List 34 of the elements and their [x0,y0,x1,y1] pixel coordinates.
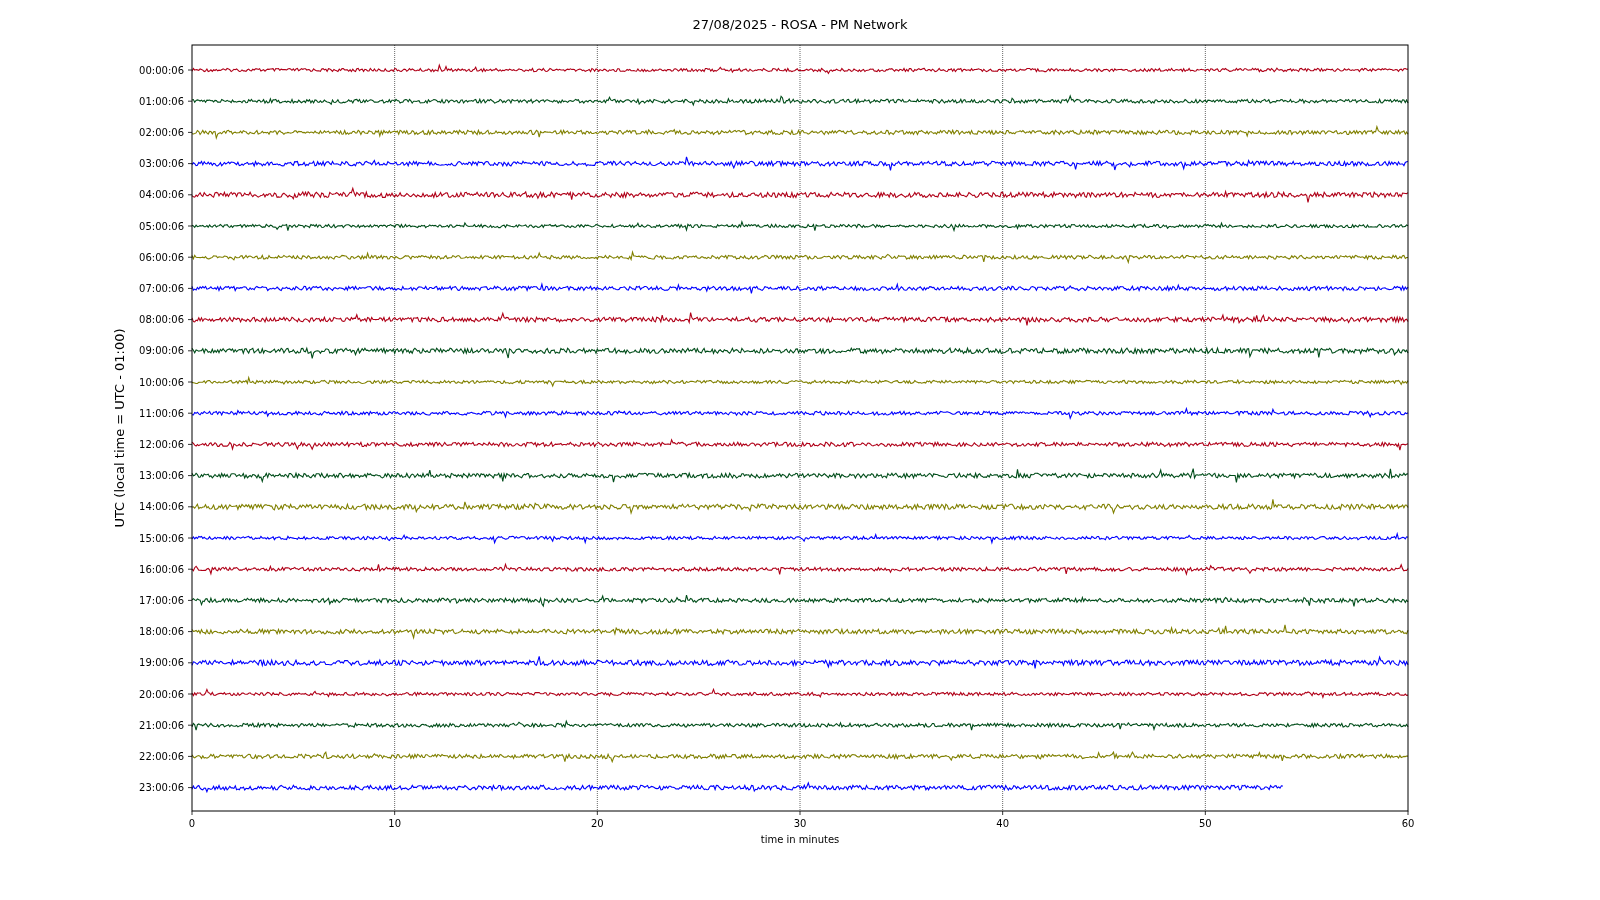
x-tick-label: 10 [388,818,402,829]
time-label: 04:00:06 [139,189,184,201]
x-tick-label: 30 [793,818,807,829]
time-label: 02:00:06 [139,126,184,138]
x-tick-label: 0 [188,818,196,829]
time-label: 06:00:06 [139,251,184,263]
time-label: 00:00:06 [139,64,184,76]
time-label: 05:00:06 [139,220,184,232]
time-label: 08:00:06 [139,314,184,326]
x-tick-label: 20 [590,818,604,829]
time-label: 09:00:06 [139,345,184,357]
time-label: 18:00:06 [139,626,184,638]
time-label: 03:00:06 [139,158,184,170]
time-label: 16:00:06 [139,563,184,575]
time-label: 17:00:06 [139,594,184,606]
time-label: 20:00:06 [139,688,184,700]
time-label: 11:00:06 [139,407,184,419]
x-tick-label: 60 [1401,818,1415,829]
x-tick-label: 40 [996,818,1010,829]
time-label: 21:00:06 [139,719,184,731]
time-label: 15:00:06 [139,532,184,544]
time-label: 19:00:06 [139,657,184,669]
x-tick-label: 50 [1198,818,1212,829]
y-axis-label: UTC (local time = UTC - 01:00) [112,328,127,528]
time-label: 01:00:06 [139,95,184,107]
time-label: 23:00:06 [139,782,184,794]
time-label: 22:00:06 [139,750,184,762]
time-label: 12:00:06 [139,438,184,450]
time-label: 13:00:06 [139,470,184,482]
x-axis-label: time in minutes [760,834,840,845]
chart-title: 27/08/2025 - ROSA - PM Network [692,17,908,32]
time-label: 14:00:06 [139,501,184,513]
time-label: 07:00:06 [139,282,184,294]
time-label: 10:00:06 [139,376,184,388]
